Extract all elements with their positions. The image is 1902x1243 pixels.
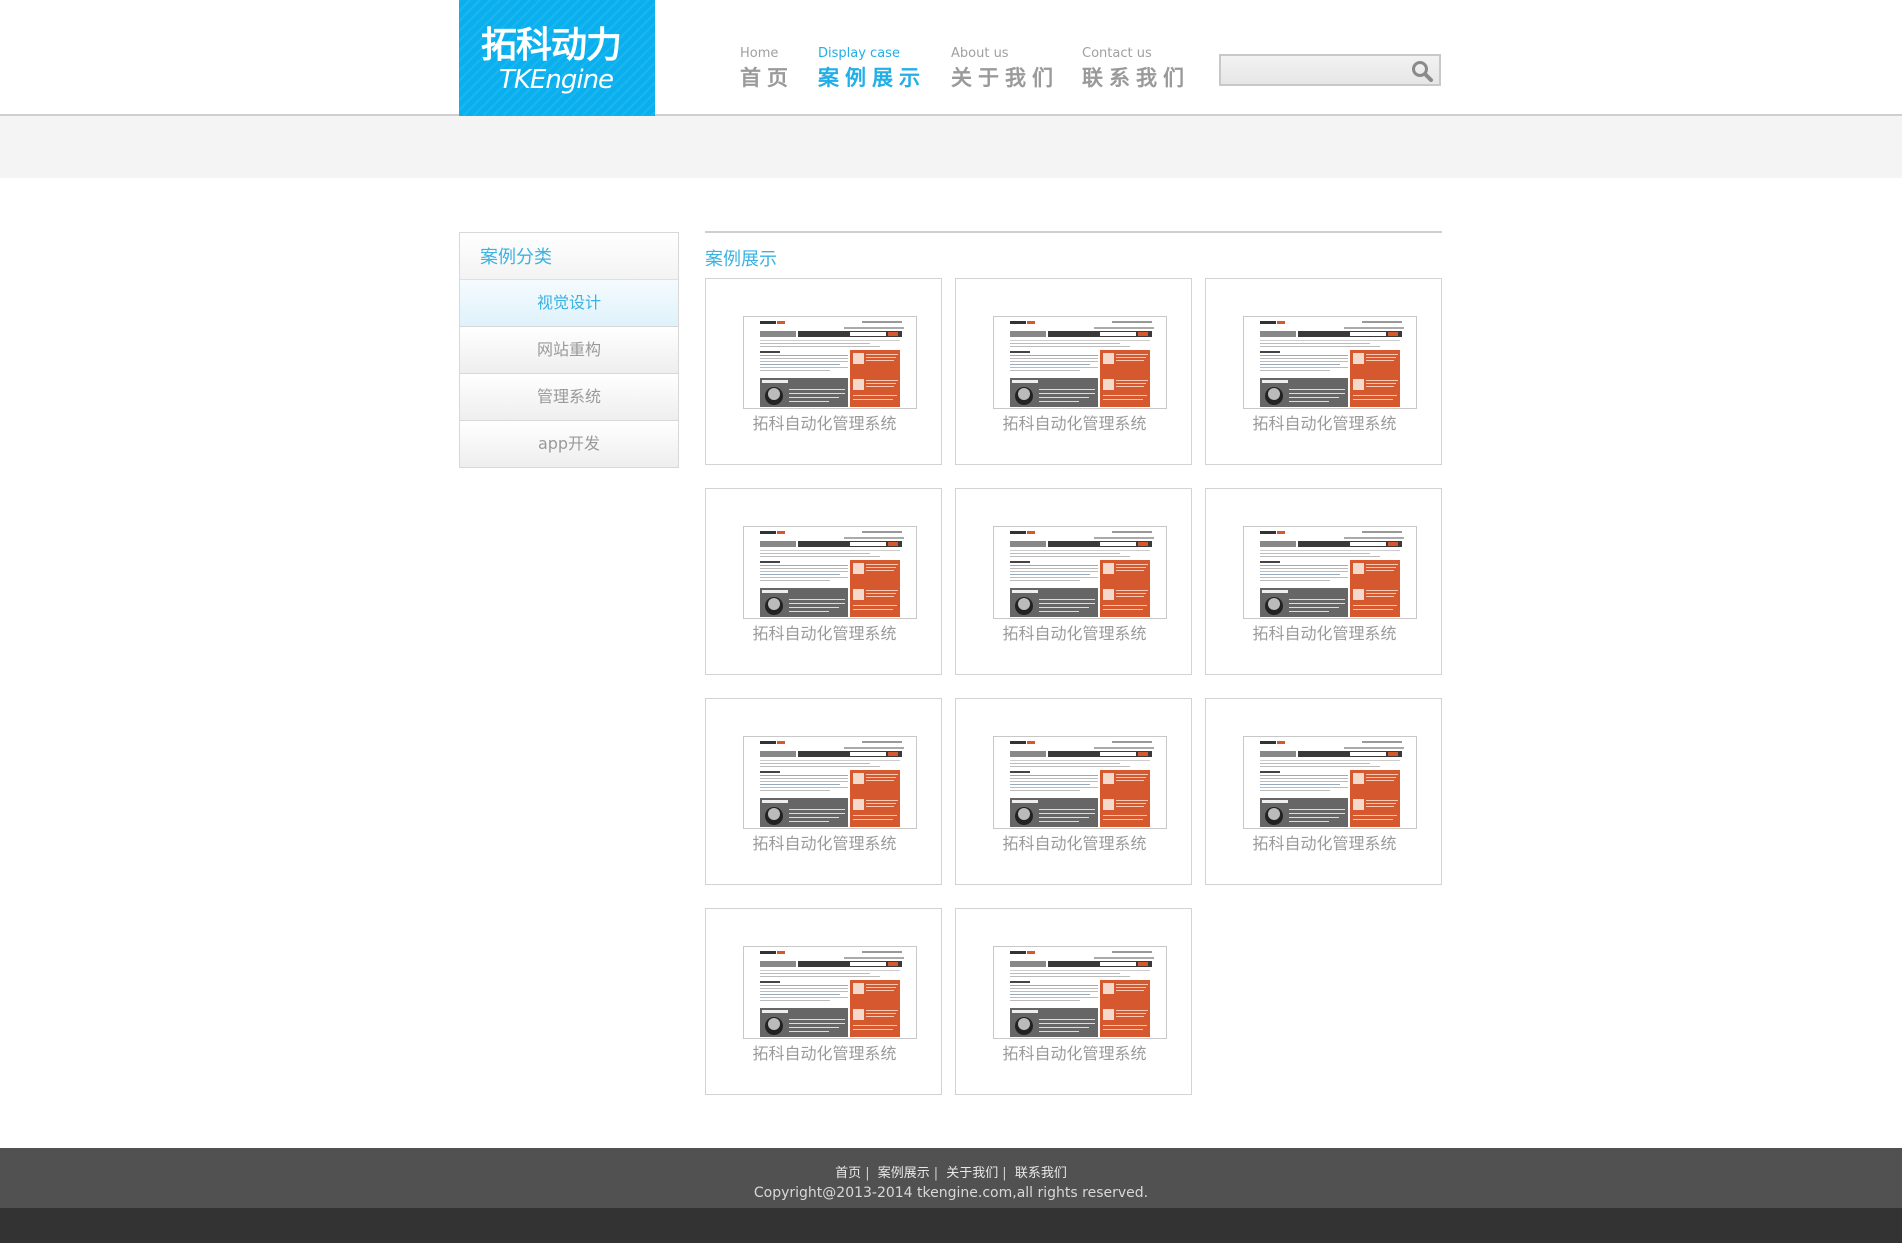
- nav-home-en: Home: [740, 46, 779, 61]
- case-thumbnail: [743, 316, 917, 409]
- search-icon[interactable]: [1410, 59, 1434, 83]
- case-thumbnail: [993, 316, 1167, 409]
- nav-about-us-en: About us: [951, 46, 1009, 61]
- header-band: [0, 116, 1902, 178]
- case-thumbnail: [743, 946, 917, 1039]
- nav-display-case-cn: 案例展示: [818, 66, 926, 90]
- sidebar-item-site-rebuild[interactable]: 网站重构: [460, 327, 678, 374]
- thumbnail-graphic: [994, 527, 1166, 618]
- case-card[interactable]: 拓科自动化管理系统: [1205, 698, 1442, 885]
- nav-home-cn: 首页: [740, 66, 794, 90]
- case-thumbnail: [1243, 526, 1417, 619]
- cases-title: 案例展示: [705, 249, 777, 270]
- sidebar-item-management-system[interactable]: 管理系统: [460, 374, 678, 421]
- footer-separator: |: [1002, 1166, 1007, 1181]
- nav-contact-us[interactable]: Contact us 联系我们: [1082, 46, 1190, 91]
- footer-separator: |: [865, 1166, 870, 1181]
- case-card[interactable]: 拓科自动化管理系统: [705, 488, 942, 675]
- nav-contact-us-en: Contact us: [1082, 46, 1152, 61]
- category-sidebar: 案例分类 视觉设计 网站重构 管理系统 app开发: [459, 232, 679, 468]
- thumbnail-graphic: [994, 317, 1166, 408]
- case-thumbnail: [993, 946, 1167, 1039]
- sidebar-item-visual-design[interactable]: 视觉设计: [460, 280, 678, 327]
- thumbnail-graphic: [744, 317, 916, 408]
- sidebar-item-app-development[interactable]: app开发: [460, 421, 678, 468]
- case-card-label: 拓科自动化管理系统: [752, 1044, 897, 1063]
- case-thumbnail: [993, 526, 1167, 619]
- case-card-label: 拓科自动化管理系统: [1002, 1044, 1147, 1063]
- nav-about-us-cn: 关于我们: [951, 66, 1059, 90]
- thumbnail-graphic: [744, 527, 916, 618]
- thumbnail-graphic: [994, 737, 1166, 828]
- logo[interactable]: 拓科动力 TKEngine: [459, 0, 655, 116]
- case-thumbnail: [743, 736, 917, 829]
- footer-link-display-case[interactable]: 案例展示: [878, 1166, 930, 1181]
- case-card[interactable]: 拓科自动化管理系统: [705, 698, 942, 885]
- case-card[interactable]: 拓科自动化管理系统: [1205, 278, 1442, 465]
- case-thumbnail: [993, 736, 1167, 829]
- case-card[interactable]: 拓科自动化管理系统: [955, 278, 1192, 465]
- case-card[interactable]: 拓科自动化管理系统: [955, 908, 1192, 1095]
- nav-display-case-en: Display case: [818, 46, 900, 61]
- nav-display-case[interactable]: Display case 案例展示: [818, 46, 926, 91]
- thumbnail-graphic: [744, 737, 916, 828]
- case-card-label: 拓科自动化管理系统: [1252, 834, 1397, 853]
- case-thumbnail: [1243, 736, 1417, 829]
- case-card[interactable]: 拓科自动化管理系统: [955, 488, 1192, 675]
- case-card-label: 拓科自动化管理系统: [1002, 624, 1147, 643]
- thumbnail-graphic: [744, 947, 916, 1038]
- footer-link-about-us[interactable]: 关于我们: [946, 1166, 998, 1181]
- copyright-text: Copyright@2013-2014 tkengine.com,all rig…: [753, 1185, 1149, 1201]
- case-card-label: 拓科自动化管理系统: [1252, 624, 1397, 643]
- thumbnail-graphic: [1244, 317, 1416, 408]
- case-thumbnail: [743, 526, 917, 619]
- case-card-label: 拓科自动化管理系统: [752, 414, 897, 433]
- search-icon-graphic: [1412, 61, 1433, 82]
- case-card[interactable]: 拓科自动化管理系统: [705, 908, 942, 1095]
- case-card[interactable]: 拓科自动化管理系统: [1205, 488, 1442, 675]
- case-card-label: 拓科自动化管理系统: [1002, 834, 1147, 853]
- sidebar-title: 案例分类: [460, 233, 678, 280]
- footer-link-contact-us[interactable]: 联系我们: [1015, 1166, 1067, 1181]
- case-thumbnail: [1243, 316, 1417, 409]
- nav-home[interactable]: Home 首页: [740, 46, 794, 91]
- thumbnail-graphic: [1244, 737, 1416, 828]
- footer-bottom-bar: [0, 1208, 1902, 1243]
- logo-text-en: TKEngine: [499, 65, 614, 95]
- case-card-label: 拓科自动化管理系统: [1002, 414, 1147, 433]
- case-card-label: 拓科自动化管理系统: [752, 834, 897, 853]
- footer-link-home[interactable]: 首页: [835, 1166, 861, 1181]
- nav-contact-us-cn: 联系我们: [1082, 66, 1190, 90]
- case-card-label: 拓科自动化管理系统: [752, 624, 897, 643]
- thumbnail-graphic: [1244, 527, 1416, 618]
- thumbnail-graphic: [994, 947, 1166, 1038]
- case-card[interactable]: 拓科自动化管理系统: [955, 698, 1192, 885]
- logo-text-cn: 拓科动力: [481, 25, 622, 66]
- case-card[interactable]: 拓科自动化管理系统: [705, 278, 942, 465]
- footer-separator: |: [933, 1166, 939, 1181]
- cases-divider: [705, 231, 1442, 233]
- search-input[interactable]: [1227, 60, 1401, 82]
- nav-about-us[interactable]: About us 关于我们: [951, 46, 1059, 91]
- case-card-label: 拓科自动化管理系统: [1252, 414, 1397, 433]
- search-box: [1219, 54, 1441, 86]
- footer-links: 首页 | 案例展示 | 关于我们 | 联系我们: [0, 1165, 1902, 1183]
